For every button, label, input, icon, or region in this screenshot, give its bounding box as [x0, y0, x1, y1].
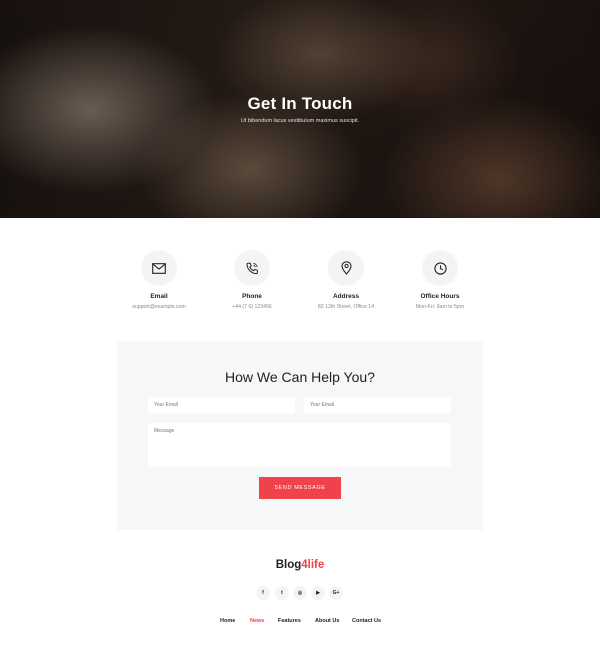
youtube-icon[interactable]: ▶	[311, 586, 325, 600]
message-textarea[interactable]	[148, 423, 451, 467]
footer-nav: Home News Features About Us Contact Us	[0, 618, 600, 628]
form-title: How We Can Help You?	[225, 369, 375, 385]
send-message-button[interactable]: SEND MESSAGE	[259, 477, 341, 499]
envelope-icon	[141, 250, 177, 286]
footer-logo[interactable]: Blog4life	[0, 559, 600, 571]
page-title: Get In Touch	[247, 94, 353, 113]
footer-nav-home[interactable]: Home	[220, 618, 235, 624]
location-pin-icon	[328, 250, 364, 286]
contact-item-value: 82 12th Street, Office 14	[317, 304, 375, 310]
contact-item-title: Office Hours	[420, 293, 460, 300]
contact-item-address: Address 82 12th Street, Office 14	[296, 250, 396, 310]
twitter-icon[interactable]: t	[275, 586, 289, 600]
contact-item-hours: Office Hours Mon-Fri: 9am to 5pm	[390, 250, 490, 310]
contact-item-phone: Phone +44 (7 0) 123456	[202, 250, 302, 310]
contact-item-email: Email support@example.com	[109, 250, 209, 310]
hero-banner: Get In Touch Ut bibendum lacus vestibulu…	[0, 0, 600, 218]
contact-item-title: Address	[332, 293, 359, 300]
contact-item-title: Phone	[242, 293, 262, 300]
email-field-secondary[interactable]	[304, 397, 451, 413]
social-links: f t ◎ ▶ G+	[256, 586, 346, 600]
hero-subtitle: Ut bibendum lacus vestibulum maximus sus…	[240, 118, 360, 124]
instagram-icon[interactable]: ◎	[293, 586, 307, 600]
logo-text: Blog	[275, 559, 302, 571]
contact-item-value: Mon-Fri: 9am to 5pm	[415, 304, 465, 310]
google-plus-icon[interactable]: G+	[329, 586, 343, 600]
contact-form-panel: How We Can Help You? SEND MESSAGE	[117, 341, 483, 530]
contact-item-value: +44 (7 0) 123456	[232, 304, 272, 310]
email-field[interactable]	[148, 397, 295, 413]
logo-accent-text: 4life	[301, 559, 325, 571]
footer-nav-news[interactable]: News	[250, 618, 264, 624]
contact-item-value: support@example.com	[132, 304, 186, 310]
contact-info-row: Email support@example.com Phone +44 (7 0…	[0, 250, 600, 320]
clock-icon	[422, 250, 458, 286]
phone-icon	[234, 250, 270, 286]
footer-nav-features[interactable]: Features	[278, 618, 301, 624]
footer-nav-contact[interactable]: Contact Us	[352, 618, 381, 624]
footer-nav-about[interactable]: About Us	[315, 618, 339, 624]
contact-item-title: Email	[150, 293, 168, 300]
facebook-icon[interactable]: f	[256, 586, 270, 600]
